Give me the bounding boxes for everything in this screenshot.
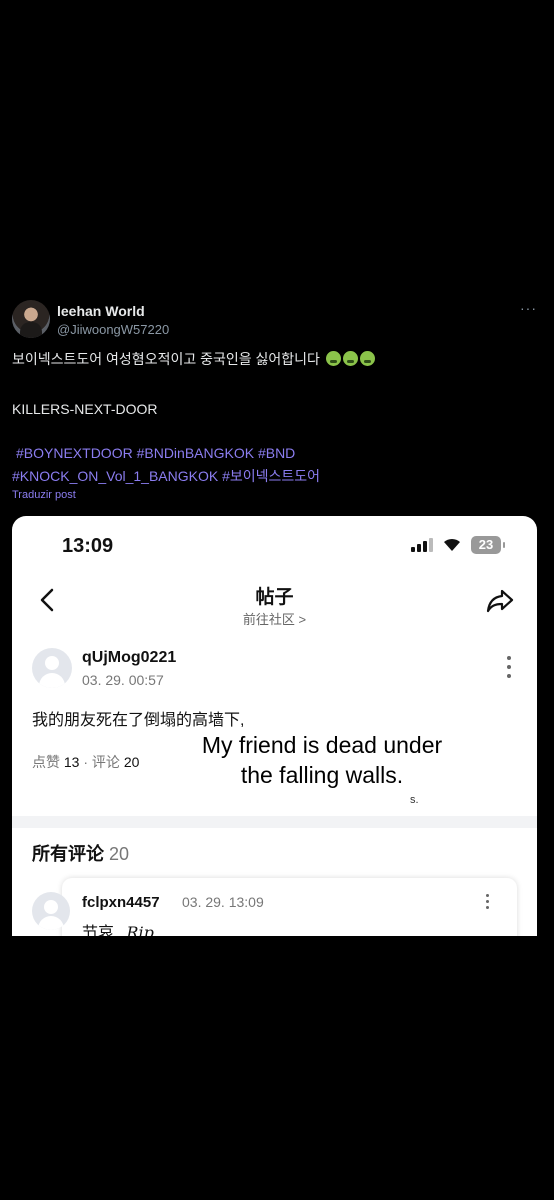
signal-icon (411, 538, 433, 552)
comments-label: 评论 (91, 754, 120, 770)
battery-icon: 23 (471, 536, 505, 554)
translation-line-2: the falling walls. (240, 762, 404, 788)
hashtags-text-1[interactable]: #BOYNEXTDOOR #BNDinBANGKOK #BND (16, 445, 295, 461)
user-avatar[interactable] (12, 300, 50, 338)
hashtags-line-1[interactable]: #BOYNEXTDOOR #BNDinBANGKOK #BND (16, 445, 295, 461)
wifi-icon (444, 538, 460, 551)
post-author-name[interactable]: qUjMog0221 (82, 649, 176, 667)
all-comments-count: 20 (109, 844, 130, 864)
translate-post-link[interactable]: Traduzir post (12, 489, 76, 501)
translation-line-1: My friend is dead under (201, 732, 443, 758)
post-text: 我的朋友死在了倒塌的高墙下, (32, 712, 245, 729)
hashtags-line-2[interactable]: #KNOCK_ON_Vol_1_BANGKOK #보이넥스트도어 (12, 466, 320, 486)
comment-date: 03. 29. 13:09 (182, 894, 264, 910)
nauseated-face-icon (325, 351, 341, 366)
tweet-text-korean: 보이넥스트도어 여성혐오적이고 중국인을 싫어합니다 (12, 349, 375, 369)
stats-separator: · (83, 754, 89, 770)
nauseated-face-icon (359, 351, 375, 366)
go-to-community-link[interactable]: 前往社区 > (12, 609, 537, 628)
comment-author-name[interactable]: fclpxn4457 (82, 894, 160, 911)
likes-label: 点赞 (32, 754, 60, 770)
display-name[interactable]: leehan World (57, 303, 145, 319)
likes-count: 13 (63, 754, 80, 770)
comments-count: 20 (123, 754, 140, 770)
comment-text: 节哀 Rip (82, 919, 154, 936)
status-bar-time: 13:09 (62, 535, 114, 557)
user-handle[interactable]: @JiiwoongW57220 (57, 322, 169, 337)
post-more-icon[interactable] (506, 656, 512, 682)
overlay-mark: s. (410, 794, 419, 806)
all-comments-heading: 所有评论 20 (32, 840, 129, 866)
hashtags-text-2[interactable]: #KNOCK_ON_Vol_1_BANGKOK #보이넥스트도어 (12, 468, 320, 484)
tweet-caption: KILLERS-NEXT-DOOR (12, 401, 158, 417)
share-arrow-icon[interactable] (486, 588, 514, 614)
post-author-avatar[interactable] (32, 648, 72, 688)
embedded-screenshot[interactable]: 13:09 23 帖子 前往社区 > qUjMog0221 03. 29. 00… (12, 516, 537, 936)
comment-more-icon[interactable] (484, 894, 490, 912)
more-options-icon[interactable]: ··· (520, 300, 537, 316)
comment-author-avatar[interactable] (32, 892, 70, 930)
post-date: 03. 29. 00:57 (82, 672, 164, 688)
tweet-korean-text: 보이넥스트도어 여성혐오적이고 중국인을 싫어합니다 (12, 351, 320, 367)
all-comments-label: 所有评论 (32, 844, 104, 864)
post-stats: 点赞 13 · 评论 20 (32, 752, 139, 772)
section-divider (12, 816, 537, 828)
comment-text-chinese: 节哀 (82, 925, 115, 936)
page-title: 帖子 (255, 587, 294, 608)
nauseated-face-icon (342, 351, 358, 366)
translation-overlay: My friend is dead under the falling wall… (172, 730, 472, 790)
comment-handwriting: Rip (126, 923, 154, 936)
